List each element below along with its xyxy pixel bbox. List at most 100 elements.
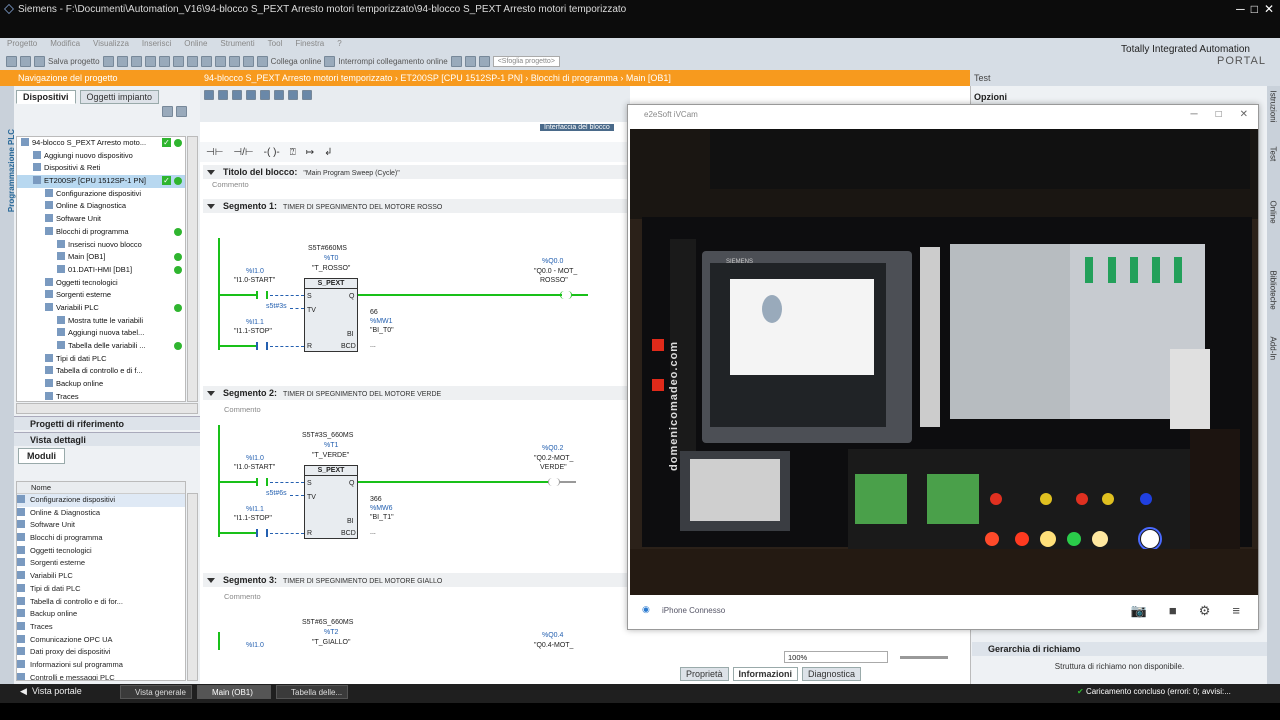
open-project-icon[interactable] (20, 55, 31, 67)
module-item[interactable]: Tipi di dati PLC (17, 583, 185, 596)
menu-tool[interactable]: Tool (261, 38, 289, 48)
tab-devices[interactable]: Dispositivi (16, 90, 76, 104)
s-pext-block[interactable]: S_PEXT S Q TV BI R BCD (304, 465, 358, 539)
menu-strumenti[interactable]: Strumenti (213, 38, 260, 48)
bcd-empty-param[interactable]: ... (370, 342, 376, 349)
module-item[interactable]: Traces (17, 621, 185, 634)
tree-item[interactable]: Main [OB1] (17, 251, 185, 264)
cut-icon[interactable] (116, 55, 128, 67)
maximize-icon[interactable]: □ (1216, 109, 1222, 120)
go-online-icon[interactable] (256, 55, 268, 67)
close-icon[interactable]: ✕ (1240, 109, 1248, 120)
block-interface-toggle[interactable]: Interfaccia del blocco (540, 124, 614, 131)
tab-test[interactable]: Test (1269, 147, 1278, 207)
tree-item[interactable]: Inserisci nuovo blocco (17, 239, 185, 252)
block-title-row[interactable]: Titolo del blocco: "Main Program Sweep (C… (203, 165, 627, 179)
module-item[interactable]: Controlli e messaggi PLC (17, 672, 185, 680)
tree-horizontal-scrollbar[interactable] (16, 403, 198, 414)
output-coil[interactable] (548, 478, 560, 486)
module-item[interactable]: Backup online (17, 608, 185, 621)
minimize-icon[interactable]: ─ (1190, 109, 1197, 120)
stop-contact[interactable] (256, 529, 268, 537)
split-editor-icon[interactable] (464, 55, 476, 67)
segment-3-comment[interactable]: Commento (224, 592, 261, 601)
go-online-button[interactable]: Collega online (271, 57, 322, 66)
bcd-empty-param[interactable]: ... (370, 529, 376, 536)
editor-tab-tag-table[interactable]: Tabella delle... (276, 685, 348, 699)
split-horizontal-icon[interactable] (478, 55, 490, 67)
tree-item[interactable]: 94-blocco S_PEXT Arresto moto... ✓ (17, 137, 185, 150)
insert-network-icon[interactable] (204, 90, 214, 100)
delete-network-icon[interactable] (218, 90, 228, 100)
tree-item[interactable]: ET200SP [CPU 1512SP-1 PN] ✓ (17, 175, 185, 188)
module-item[interactable]: Configurazione dispositivi (17, 494, 185, 507)
tree-item[interactable]: Tabella di controllo e di f... (17, 365, 185, 378)
tree-item[interactable]: Traces (17, 391, 185, 401)
collapse-arrow-icon[interactable] (207, 204, 215, 209)
module-item[interactable]: Comunicazione OPC UA (17, 634, 185, 647)
menu-visualizza[interactable]: Visualizza (86, 38, 135, 48)
tree-item[interactable]: Tabella delle variabili ... (17, 340, 185, 353)
accessible-devices-icon[interactable] (450, 55, 462, 67)
block-title-value[interactable]: "Main Program Sweep (Cycle)" (303, 170, 399, 177)
tab-libraries[interactable]: Biblioteche (1269, 271, 1278, 331)
refresh-icon[interactable] (175, 106, 187, 117)
tree-vertical-scrollbar[interactable] (187, 136, 198, 402)
download-icon[interactable] (214, 55, 226, 67)
minimize-icon[interactable]: ─ (1236, 2, 1245, 16)
time-value-param[interactable]: s5t#6s (266, 490, 287, 497)
empty-box-icon[interactable]: ⍰ (290, 147, 296, 158)
collapse-arrow-icon[interactable] (207, 170, 215, 175)
tab-diagnostics[interactable]: Diagnostica (802, 667, 862, 681)
tree-item[interactable]: Variabili PLC (17, 302, 185, 315)
collapse-arrow-icon[interactable] (207, 391, 215, 396)
compile-icon[interactable] (200, 55, 212, 67)
tree-item[interactable]: Aggiungi nuova tabel... (17, 327, 185, 340)
undo-icon[interactable] (172, 55, 184, 67)
portal-view-button[interactable]: ◀ Vista portale (20, 686, 82, 697)
segment-2-comment[interactable]: Commento (224, 405, 261, 414)
tree-item[interactable]: Oggetti tecnologici (17, 277, 185, 290)
module-item[interactable]: Software Unit (17, 519, 185, 532)
s-pext-block[interactable]: S_PEXT S Q TV BI R BCD (304, 278, 358, 352)
tree-item[interactable]: Sorgenti esterne (17, 289, 185, 302)
editor-tab-main-ob1[interactable]: Main (OB1) (197, 685, 271, 699)
segment-3-header[interactable]: Segmento 3: TIMER DI SPEGNIMENTO DEL MOTO… (203, 573, 627, 587)
go-offline-icon[interactable] (324, 55, 336, 67)
segment-title[interactable]: TIMER DI SPEGNIMENTO DEL MOTORE ROSSO (283, 204, 442, 211)
tree-item[interactable]: Online & Diagnostica (17, 200, 185, 213)
module-item[interactable]: Variabili PLC (17, 570, 185, 583)
hamburger-menu-icon[interactable]: ≡ (1232, 603, 1240, 619)
copy-icon[interactable] (130, 55, 142, 67)
tree-item[interactable]: Aggiungi nuovo dispositivo (17, 150, 185, 163)
tree-item[interactable]: Dispositivi & Reti (17, 162, 185, 175)
new-project-icon[interactable] (6, 55, 17, 67)
call-hierarchy-section[interactable]: Gerarchia di richiamo (972, 642, 1267, 656)
options-section[interactable]: Opzioni (970, 90, 1267, 104)
modules-scrollbar[interactable] (187, 493, 198, 681)
start-contact[interactable] (256, 478, 268, 486)
save-icon[interactable] (34, 55, 45, 67)
tree-item[interactable]: Tipi di dati PLC (17, 353, 185, 366)
module-item[interactable]: Online & Diagnostica (17, 507, 185, 520)
comments-icon[interactable] (274, 90, 284, 100)
tab-online[interactable]: Online (1269, 201, 1278, 261)
collapse-icon[interactable] (260, 90, 270, 100)
segment-2-network[interactable]: S5T#3S_660MS %T1 "T_VERDE" %I1.0 "I1.0-S… (212, 425, 632, 565)
module-item[interactable]: Oggetti tecnologici (17, 545, 185, 558)
nc-contact-icon[interactable]: ⊣/⊢ (233, 147, 253, 158)
output-coil[interactable] (560, 291, 572, 299)
tab-info[interactable]: Informazioni (732, 667, 799, 681)
reference-projects-section[interactable]: Progetti di riferimento (14, 416, 200, 430)
tree-item[interactable]: 01.DATI-HMI [DB1] (17, 264, 185, 277)
no-contact-icon[interactable]: ⊣⊢ (206, 147, 223, 158)
print-icon[interactable] (102, 55, 114, 67)
tree-item[interactable]: Software Unit (17, 213, 185, 226)
column-name-header[interactable]: Nome (17, 482, 185, 494)
paste-icon[interactable] (144, 55, 156, 67)
tree-item[interactable]: Blocchi di programma (17, 226, 185, 239)
expand-icon[interactable] (246, 90, 256, 100)
close-icon[interactable]: ✕ (1264, 2, 1274, 16)
tab-plant-objects[interactable]: Oggetti impianto (79, 90, 160, 104)
open-branch-icon[interactable]: ↦ (306, 147, 314, 158)
